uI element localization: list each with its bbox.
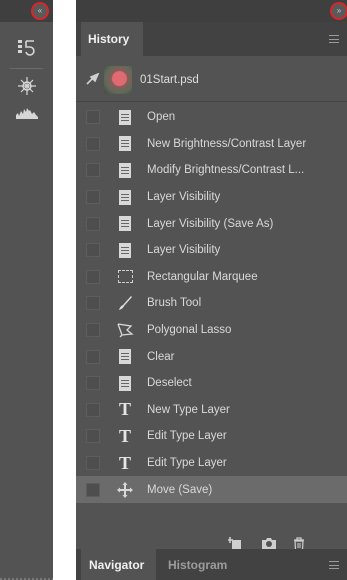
history-panel: » History 01Start.psd Open New Brightness… <box>76 0 347 580</box>
history-snapshot[interactable]: 01Start.psd <box>76 62 347 98</box>
brush-icon <box>114 292 136 314</box>
history-state-row[interactable]: Layer Visibility (Save As) <box>76 210 347 237</box>
snapshot-source-checkbox[interactable] <box>86 402 100 417</box>
document-icon <box>114 213 136 235</box>
snapshot-source-checkbox[interactable] <box>86 269 100 284</box>
document-icon <box>114 372 136 394</box>
snapshot-divider <box>76 101 347 102</box>
history-state-label: Rectangular Marquee <box>147 270 258 283</box>
document-icon <box>114 239 136 261</box>
history-state-label: Open <box>147 111 176 124</box>
snapshot-thumbnail <box>104 66 132 94</box>
bottom-panel-menu-icon[interactable] <box>329 561 339 569</box>
history-toggle-icon[interactable] <box>16 38 38 58</box>
lasso-icon <box>114 319 136 341</box>
collapsed-panel-strip: « <box>0 0 53 580</box>
panel-tab-bar: History <box>76 22 347 56</box>
tab-navigator[interactable]: Navigator <box>81 549 156 580</box>
history-state-row[interactable]: Layer Visibility <box>76 184 347 211</box>
move-icon <box>114 479 136 501</box>
snapshot-source-checkbox[interactable] <box>86 429 100 444</box>
type-icon: T <box>118 425 131 446</box>
history-state-row[interactable]: New Brightness/Contrast Layer <box>76 131 347 158</box>
document-icon <box>114 133 136 155</box>
panel-menu-icon[interactable] <box>329 35 339 43</box>
history-state-label: Edit Type Layer <box>147 457 227 470</box>
snapshot-name: 01Start.psd <box>140 74 199 86</box>
snapshot-source-checkbox[interactable] <box>86 190 100 205</box>
tab-history[interactable]: History <box>81 22 143 56</box>
history-state-label: Polygonal Lasso <box>147 324 232 337</box>
history-state-label: New Brightness/Contrast Layer <box>147 137 307 150</box>
snapshot-source-checkbox[interactable] <box>86 376 100 391</box>
history-state-row[interactable]: Open <box>76 104 347 131</box>
snapshot-source-checkbox[interactable] <box>86 163 100 178</box>
document-icon <box>114 159 136 181</box>
history-state-row[interactable]: T New Type Layer <box>76 397 347 424</box>
history-state-row[interactable]: Deselect <box>76 370 347 397</box>
snapshot-source-checkbox[interactable] <box>86 296 100 311</box>
history-brush-source-icon[interactable] <box>86 71 102 88</box>
snapshot-source-checkbox[interactable] <box>86 349 100 364</box>
history-state-label: Layer Visibility <box>147 244 221 257</box>
snapshot-source-checkbox[interactable] <box>86 482 100 497</box>
panel-header <box>76 0 347 22</box>
snapshot-source-checkbox[interactable] <box>86 136 100 151</box>
snapshot-source-checkbox[interactable] <box>86 216 100 231</box>
document-icon <box>114 186 136 208</box>
history-state-row[interactable]: Brush Tool <box>76 290 347 317</box>
history-state-row[interactable]: Rectangular Marquee <box>76 264 347 291</box>
snapshot-source-checkbox[interactable] <box>86 323 100 338</box>
tab-histogram[interactable]: Histogram <box>168 549 227 580</box>
history-state-row[interactable]: Polygonal Lasso <box>76 317 347 344</box>
strip-separator <box>10 68 43 69</box>
snapshot-source-checkbox[interactable] <box>86 243 100 258</box>
history-state-row[interactable]: Clear <box>76 343 347 370</box>
navigator-icon[interactable] <box>16 76 38 96</box>
expand-panels-button[interactable]: » <box>332 4 346 18</box>
snapshot-source-checkbox[interactable] <box>86 110 100 125</box>
history-state-row[interactable]: Layer Visibility <box>76 237 347 264</box>
histogram-icon[interactable] <box>16 102 38 122</box>
history-states-list: Open New Brightness/Contrast Layer Modify … <box>76 104 347 503</box>
history-state-row[interactable]: T Edit Type Layer <box>76 423 347 450</box>
history-state-label: Clear <box>147 350 175 363</box>
collapse-panels-button[interactable]: « <box>33 4 47 18</box>
history-state-label: Edit Type Layer <box>147 430 227 443</box>
history-state-label: Deselect <box>147 377 192 390</box>
bottom-tab-bar: Navigator Histogram <box>76 549 347 580</box>
history-state-label: Layer Visibility (Save As) <box>147 217 274 230</box>
history-state-label: New Type Layer <box>147 403 230 416</box>
history-state-row[interactable]: Modify Brightness/Contrast L... <box>76 157 347 184</box>
type-icon: T <box>118 452 131 473</box>
document-icon <box>114 106 136 128</box>
history-state-label: Modify Brightness/Contrast L... <box>147 164 305 177</box>
snapshot-source-checkbox[interactable] <box>86 456 100 471</box>
history-state-row[interactable]: Move (Save) <box>76 476 347 503</box>
document-icon <box>114 346 136 368</box>
marquee-icon <box>114 266 136 288</box>
history-state-label: Layer Visibility <box>147 191 221 204</box>
type-icon: T <box>118 399 131 420</box>
history-state-row[interactable]: T Edit Type Layer <box>76 450 347 477</box>
history-state-label: Move (Save) <box>147 483 213 496</box>
history-state-label: Brush Tool <box>147 297 202 310</box>
